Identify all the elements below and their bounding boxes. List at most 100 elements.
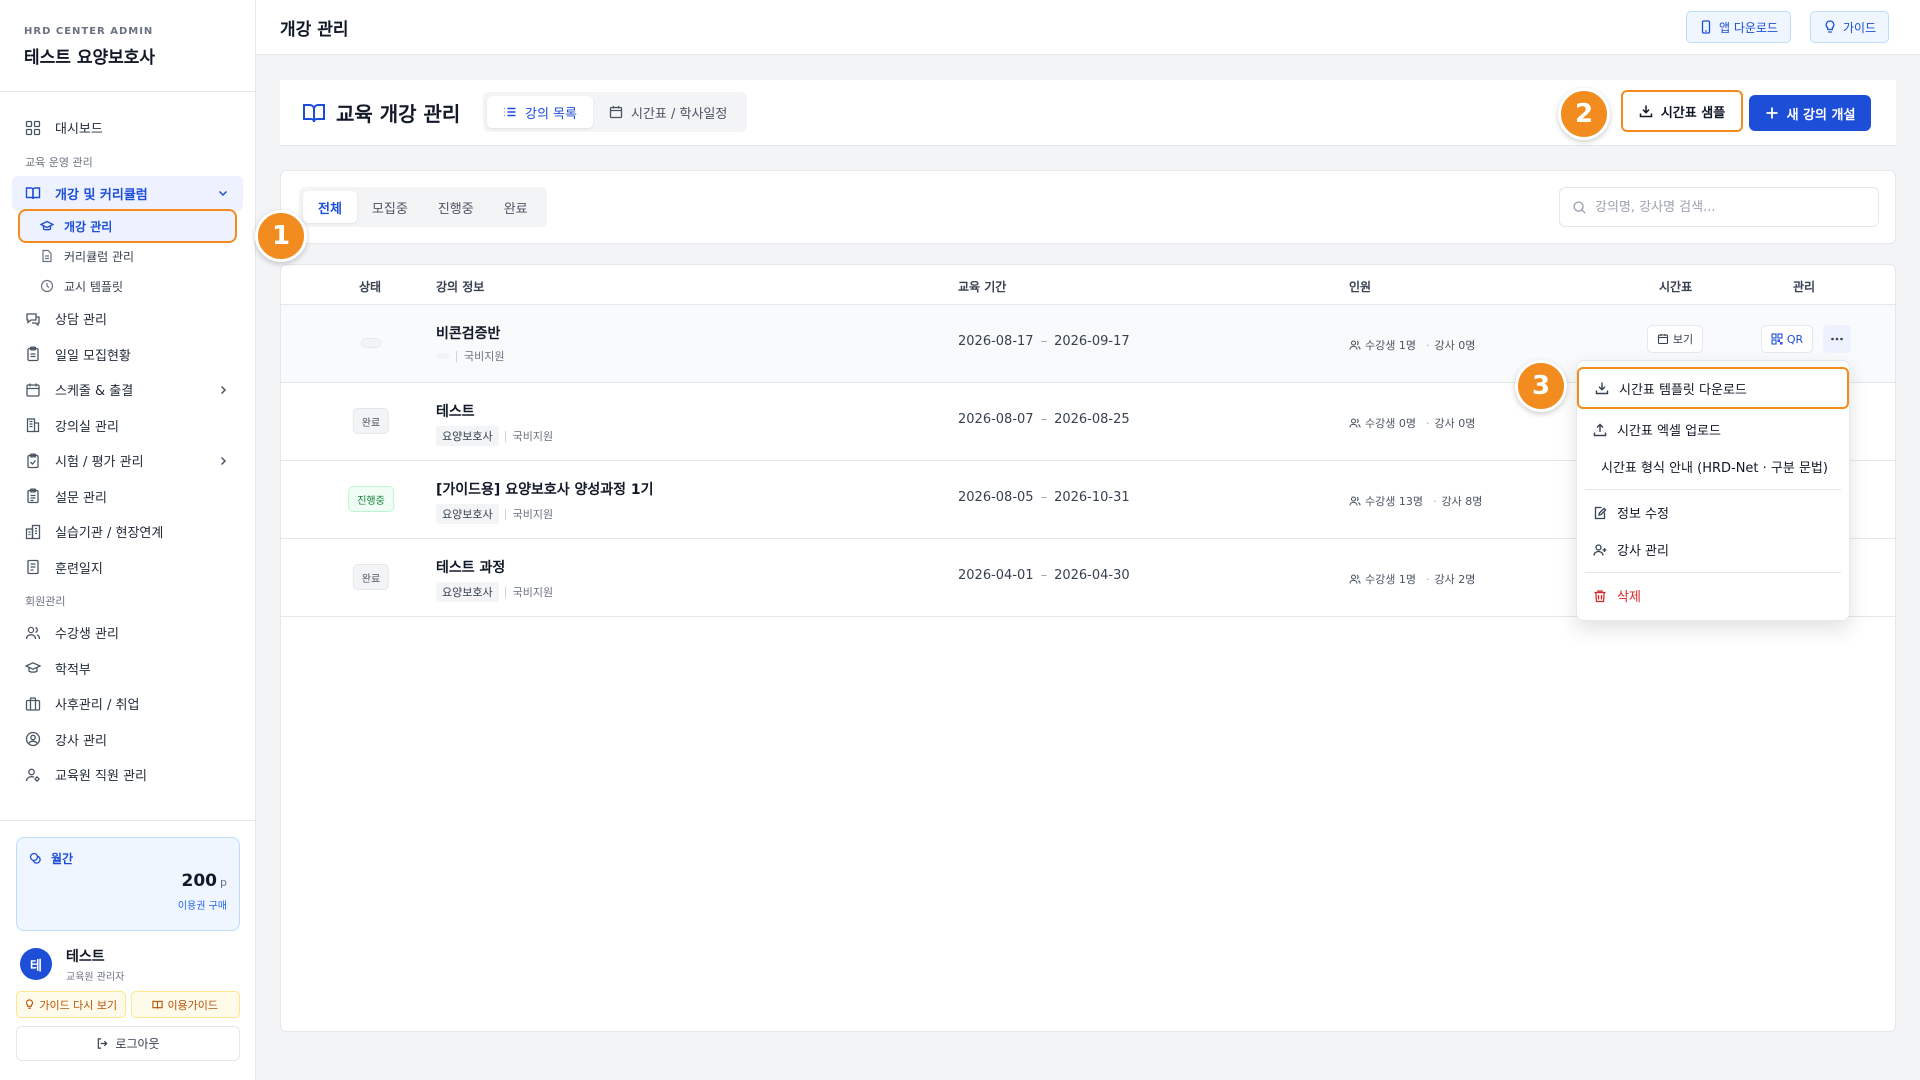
menu-item-download-template[interactable]: 시간표 템플릿 다운로드 [1577, 367, 1849, 409]
course-name[interactable]: 비콘검증반 [436, 323, 500, 343]
instructor-count: 강사 0명 [1434, 339, 1476, 352]
page-title-bar: 교육 개강 관리 강의 목록 시간표 / 학사일정 시간표 샘플 새 강의 개설 [280, 80, 1896, 146]
sidebar-item-staff[interactable]: 교육원 직원 관리 [12, 757, 243, 793]
qr-code-icon [1771, 333, 1783, 345]
separator-dot: · [1425, 338, 1430, 352]
users-icon [25, 626, 41, 639]
menu-item-format-guide[interactable]: 시간표 형식 안내 (HRD-Net · 구분 문법) [1577, 448, 1849, 485]
menu-item-delete[interactable]: 삭제 [1577, 577, 1849, 614]
guide-button[interactable]: 가이드 [1810, 11, 1890, 43]
usage-guide-button[interactable]: 이용가이드 [130, 991, 240, 1018]
chevron-right-icon [220, 385, 227, 394]
end-date: 2026-10-31 [1054, 490, 1130, 505]
category-tag: 요양보호사 [436, 426, 499, 446]
sidebar-item-label: 대시보드 [55, 122, 103, 138]
more-actions-button[interactable] [1823, 325, 1851, 353]
page-title-text: 교육 개강 관리 [336, 102, 461, 126]
sidebar-item-employment[interactable]: 사후관리 / 취업 [12, 686, 243, 722]
headcount: 수강생 1명 · 강사 0명 [1349, 337, 1475, 353]
calendar-icon [609, 106, 623, 119]
sidebar-item-dashboard[interactable]: 대시보드 [12, 110, 243, 146]
page-title: 교육 개강 관리 [302, 98, 460, 127]
sidebar-item-consulting[interactable]: 상담 관리 [12, 301, 243, 337]
tab-timetable[interactable]: 시간표 / 학사일정 [593, 96, 743, 128]
col-timetable: 시간표 [1659, 280, 1693, 294]
instructor-count: 강사 8명 [1441, 495, 1483, 508]
course-tags: 요양보호사 국비지원 [436, 582, 553, 602]
filter-tab-all[interactable]: 전체 [303, 191, 357, 223]
filter-tab-in-progress[interactable]: 진행중 [423, 191, 489, 223]
building-icon [26, 418, 40, 433]
sidebar-group-course[interactable]: 개강 및 커리큘럼 [12, 175, 243, 211]
menu-item-label: 시간표 엑셀 업로드 [1617, 424, 1721, 439]
instructor-count: 강사 2명 [1434, 573, 1476, 586]
sidebar: HRD CENTER ADMIN 테스트 요양보호사 대시보드 교육 운영 관리… [0, 0, 256, 1080]
category-tag [436, 353, 450, 359]
row-actions-menu: 시간표 템플릿 다운로드 시간표 엑셀 업로드 시간표 형식 안내 (HRD-N… [1576, 360, 1850, 621]
logout-button[interactable]: 로그아웃 [16, 1026, 240, 1061]
search-box [1559, 187, 1879, 227]
menu-item-edit-info[interactable]: 정보 수정 [1577, 494, 1849, 531]
student-count: 수강생 13명 [1365, 495, 1423, 508]
users-icon [1349, 340, 1361, 350]
student-count: 수강생 0명 [1365, 417, 1416, 430]
user-cog-icon [25, 768, 40, 782]
credit-unit: p [220, 876, 227, 889]
period-dash: – [1040, 412, 1048, 427]
filter-tab-completed[interactable]: 완료 [489, 191, 543, 223]
sidebar-item-classroom[interactable]: 강의실 관리 [12, 408, 243, 444]
menu-divider [1585, 572, 1841, 573]
app-download-button[interactable]: 앱 다운로드 [1686, 11, 1792, 43]
period-dash: – [1040, 334, 1048, 349]
sidebar-section-ops: 교육 운영 관리 [25, 155, 93, 169]
sidebar-item-exam[interactable]: 시험 / 평가 관리 [12, 443, 243, 479]
credit-amount-value: 200 [181, 871, 218, 891]
replay-guide-button[interactable]: 가이드 다시 보기 [16, 991, 126, 1018]
timetable-sample-button[interactable]: 시간표 샘플 [1621, 90, 1743, 132]
buy-pass-link[interactable]: 이용권 구매 [29, 897, 227, 912]
document-icon [42, 249, 52, 263]
menu-item-upload-excel[interactable]: 시간표 엑셀 업로드 [1577, 411, 1849, 448]
new-course-button[interactable]: 새 강의 개설 [1749, 95, 1871, 131]
search-icon [1573, 200, 1586, 214]
sidebar-item-period-template[interactable]: 교시 템플릿 [12, 271, 243, 301]
menu-item-manage-instructors[interactable]: 강사 관리 [1577, 531, 1849, 568]
search-input[interactable] [1595, 199, 1865, 215]
sidebar-item-survey[interactable]: 설문 관리 [12, 479, 243, 515]
sidebar-item-label: 수강생 관리 [55, 627, 119, 643]
funding-type: 국비지원 [512, 430, 554, 443]
sidebar-item-records[interactable]: 학적부 [12, 651, 243, 687]
office-building-icon [25, 524, 41, 539]
tab-course-list[interactable]: 강의 목록 [487, 96, 593, 128]
col-status: 상태 [359, 280, 382, 294]
student-count: 수강생 1명 [1365, 339, 1416, 352]
sidebar-item-training-log[interactable]: 훈련일지 [12, 550, 243, 586]
funding-type: 국비지원 [512, 586, 554, 599]
course-name[interactable]: [가이드용] 요양보호사 양성과정 1기 [436, 479, 653, 499]
course-tags: 요양보호사 국비지원 [436, 426, 553, 446]
brand-eyebrow: HRD CENTER ADMIN [24, 26, 154, 37]
sidebar-item-label: 교육원 직원 관리 [55, 769, 147, 785]
view-timetable-button[interactable]: 보기 [1647, 325, 1703, 353]
sidebar-item-curriculum[interactable]: 커리큘럼 관리 [12, 241, 243, 271]
table-header: 상태 강의 정보 교육 기간 인원 시간표 관리 [281, 265, 1895, 305]
list-icon [504, 107, 516, 117]
guide-label: 가이드 [1843, 20, 1877, 35]
sidebar-item-practicum[interactable]: 실습기관 / 현장연계 [12, 514, 243, 550]
sidebar-item-schedule[interactable]: 스케줄 & 출결 [12, 372, 243, 408]
menu-divider [1585, 489, 1841, 490]
qr-button[interactable]: QR [1761, 325, 1813, 353]
filter-tab-recruiting[interactable]: 모집중 [357, 191, 423, 223]
divider [504, 508, 506, 520]
lightbulb-icon [1825, 20, 1835, 33]
course-name[interactable]: 테스트 [436, 401, 475, 421]
course-period: 2026-08-05–2026-10-31 [958, 490, 1130, 505]
credit-label-row: 월간 [29, 850, 227, 867]
course-name[interactable]: 테스트 과정 [436, 557, 505, 577]
sidebar-item-instructors[interactable]: 강사 관리 [12, 722, 243, 758]
graduation-cap-icon [25, 662, 41, 674]
sidebar-item-students[interactable]: 수강생 관리 [12, 615, 243, 651]
sidebar-item-label: 커리큘럼 관리 [64, 249, 135, 264]
sidebar-item-daily-recruit[interactable]: 일일 모집현황 [12, 337, 243, 373]
sidebar-item-course-management[interactable]: 개강 관리 [18, 209, 237, 243]
